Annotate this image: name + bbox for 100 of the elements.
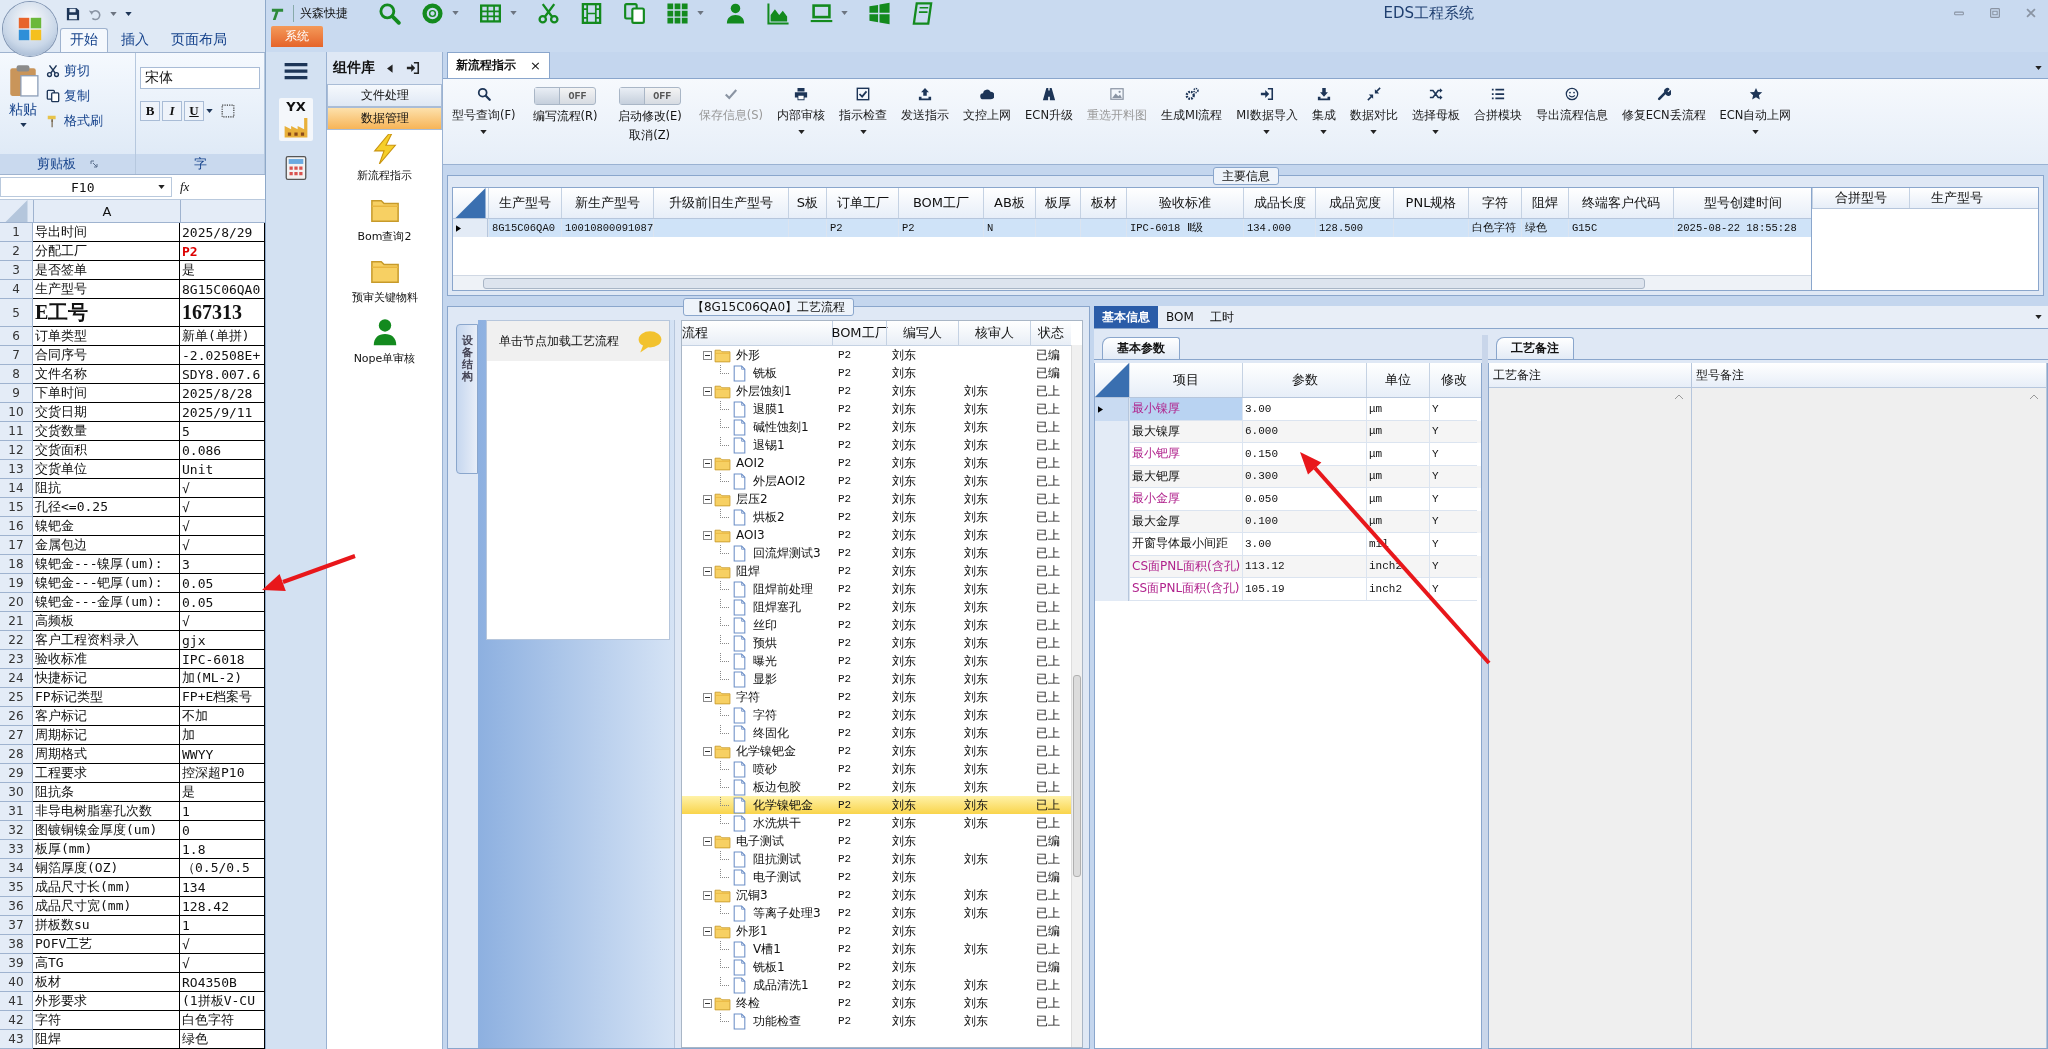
row-number[interactable]: 33	[0, 840, 33, 859]
row-number[interactable]: 1	[0, 223, 33, 242]
copy-button[interactable]: 复制	[46, 85, 103, 106]
component-item[interactable]: 新流程指示	[357, 134, 412, 183]
row-number[interactable]: 3	[0, 261, 33, 280]
tab[interactable]: 基本参数	[1102, 337, 1180, 359]
tree-node-label[interactable]: 字符	[733, 688, 760, 706]
toolbar-button[interactable]	[623, 1, 646, 25]
column-header[interactable]: 型号创建时间	[1673, 188, 1811, 218]
row-number[interactable]: 12	[0, 441, 33, 460]
tree-node-label[interactable]: 退锡1	[750, 436, 785, 454]
column-header[interactable]: 单位	[1366, 363, 1429, 397]
close-tab-button[interactable]: ×	[530, 58, 541, 73]
restore-button[interactable]	[1988, 6, 2002, 20]
row-number[interactable]: 35	[0, 878, 33, 897]
column-header[interactable]: 升级前旧生产型号	[653, 188, 788, 218]
row-number[interactable]: 8	[0, 365, 33, 384]
tree-node-label[interactable]: 铣板	[750, 364, 777, 382]
tab[interactable]: BOM	[1158, 306, 1202, 328]
column-header[interactable]: 修改	[1429, 363, 1477, 397]
side-tab[interactable]: 设备结构	[456, 324, 478, 474]
format-button[interactable]: B	[140, 100, 160, 121]
row-number[interactable]: 43	[0, 1030, 33, 1049]
tree-node-label[interactable]: 终固化	[750, 724, 789, 742]
row-number[interactable]: 27	[0, 726, 33, 745]
component-item[interactable]: Bom查询2	[357, 195, 412, 244]
toolbar-button[interactable]	[868, 1, 891, 25]
toolbar-button[interactable]: 集成	[1308, 87, 1339, 134]
tree-node-label[interactable]: 外形	[733, 346, 760, 364]
format-painter-button[interactable]: 格式刷	[46, 110, 103, 131]
tree-node-label[interactable]: 喷砂	[750, 760, 777, 778]
column-header[interactable]: 板厚	[1035, 188, 1080, 218]
column-header[interactable]: 验收标准	[1126, 188, 1243, 218]
select-all-corner[interactable]	[1095, 363, 1129, 397]
scroll-up-icon[interactable]	[1675, 394, 1683, 399]
toolbar-button[interactable]: 导出流程信息	[1532, 87, 1611, 123]
column-header[interactable]: 订单工厂	[826, 188, 898, 218]
row-number[interactable]: 19	[0, 574, 33, 593]
row-number[interactable]: 41	[0, 992, 33, 1011]
collapse-icon[interactable]	[703, 458, 712, 468]
tab[interactable]: 工艺备注	[1496, 337, 1574, 359]
table-row[interactable]: 最大金厚 0.100 μm Y	[1095, 510, 1481, 533]
ribbon-tab[interactable]: 插入	[112, 28, 158, 52]
column-header[interactable]: PNL规格	[1393, 188, 1468, 218]
toolbar-button[interactable]	[666, 1, 689, 25]
toolbar-button[interactable]: 内部审核	[774, 87, 829, 134]
row-number[interactable]: 24	[0, 669, 33, 688]
toolbar-button[interactable]	[580, 1, 603, 25]
column-header[interactable]: 成品宽度	[1315, 188, 1393, 218]
toolbar-button[interactable]: 发送指示	[898, 87, 953, 123]
tree-node-label[interactable]: 功能检查	[750, 1012, 801, 1030]
tree-node-label[interactable]: 外层AOI2	[750, 472, 806, 490]
row-number[interactable]: 16	[0, 517, 33, 536]
tree-node-label[interactable]: 化学镍钯金	[733, 742, 796, 760]
column-header[interactable]: 新生产型号	[561, 188, 653, 218]
row-number[interactable]: 26	[0, 707, 33, 726]
toolbar-button[interactable]	[724, 1, 747, 25]
tree-node-label[interactable]: 铣板1	[750, 958, 785, 976]
toolbar-button[interactable]: 数据对比	[1346, 87, 1401, 134]
paste-button[interactable]: 粘贴	[4, 58, 42, 155]
tree-node-label[interactable]: 外形1	[733, 922, 768, 940]
tree-node-label[interactable]: 等离子处理3	[750, 904, 821, 922]
tree-node-label[interactable]: AOI2	[733, 456, 765, 470]
tree-node-label[interactable]: 预烘	[750, 634, 777, 652]
row-number[interactable]: 14	[0, 479, 33, 498]
collapse-icon[interactable]	[703, 350, 712, 360]
tree-node-label[interactable]: 碱性蚀刻1	[750, 418, 809, 436]
scrollbar[interactable]	[453, 275, 1811, 290]
column-header[interactable]: BOM工厂	[898, 188, 983, 218]
collapse-icon[interactable]	[703, 386, 712, 396]
borders-icon[interactable]	[221, 103, 235, 118]
toolbar-button[interactable]: 型号查询(F)	[449, 87, 519, 134]
row-number[interactable]: 23	[0, 650, 33, 669]
column-header[interactable]: AB板	[983, 188, 1035, 218]
toolbar-button[interactable]	[378, 1, 401, 25]
column-header[interactable]: BOM工厂	[832, 321, 886, 345]
tree-node-label[interactable]: 显影	[750, 670, 777, 688]
toolbar-button[interactable]: 生成MI流程	[1158, 87, 1226, 123]
calculator-button[interactable]	[283, 155, 309, 181]
row-number[interactable]: 21	[0, 612, 33, 631]
column-header[interactable]: 型号备注	[1692, 363, 2047, 387]
column-header[interactable]: 编写人	[886, 321, 958, 345]
tree-node-label[interactable]: 烘板2	[750, 508, 785, 526]
toolbar-button[interactable]: 合拼模块	[1470, 87, 1525, 123]
tree-node-label[interactable]: 外层蚀刻1	[733, 382, 792, 400]
column-header[interactable]: 工艺备注	[1489, 363, 1692, 387]
row-number[interactable]: 40	[0, 973, 33, 992]
column-header[interactable]: S板	[788, 188, 826, 218]
column-header[interactable]: 终端客户代码	[1568, 188, 1673, 218]
column-header[interactable]: 板材	[1080, 188, 1126, 218]
column-header[interactable]: 生产型号	[488, 188, 561, 218]
toggle-switch[interactable]: OFF	[534, 87, 597, 105]
scroll-up-icon[interactable]	[2030, 394, 2038, 399]
tree-node-label[interactable]: 成品清洗1	[750, 976, 809, 994]
row-number[interactable]: 25	[0, 688, 33, 707]
row-number[interactable]: 7	[0, 346, 33, 365]
tree-node-label[interactable]: 阻焊	[733, 562, 760, 580]
table-row[interactable]: 8G15C06QA0 10010800091087 P2 P2 N IPC-6018 Ⅱ级 134.000 128.500 白色字符 绿色 G15C 2025-08-22 18:55:28	[453, 219, 1811, 237]
select-all-corner[interactable]	[453, 188, 488, 218]
row-number[interactable]: 29	[0, 764, 33, 783]
